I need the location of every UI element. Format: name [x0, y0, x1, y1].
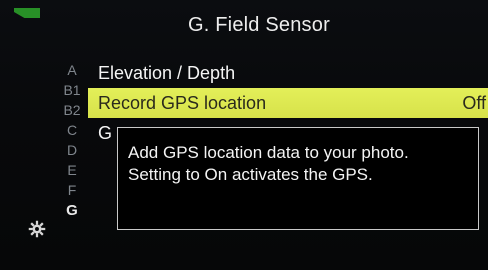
battery-icon — [14, 8, 40, 18]
menu-item-label: G — [98, 123, 113, 143]
menu-item-label: Elevation / Depth — [98, 63, 236, 83]
menu-item-value: Off — [462, 93, 486, 113]
tab-g[interactable]: G — [56, 202, 88, 222]
tab-c[interactable]: C — [56, 122, 88, 142]
menu-item-elevation-depth[interactable]: Elevation / Depth — [88, 58, 488, 88]
gear-icon[interactable] — [28, 220, 46, 238]
page-title: G. Field Sensor — [188, 14, 330, 36]
menu-tabs: A B1 B2 C D E F G — [56, 62, 88, 222]
camera-menu-screen: G. Field Sensor A B1 B2 C D E F G Elevat… — [0, 0, 488, 270]
menu-item-record-gps-location[interactable]: Record GPS location Off — [88, 88, 488, 118]
tab-b2[interactable]: B2 — [56, 102, 88, 122]
tab-a[interactable]: A — [56, 62, 88, 82]
tab-e[interactable]: E — [56, 162, 88, 182]
help-tooltip: Add GPS location data to your photo. Set… — [117, 127, 479, 230]
menu-item-label: Record GPS location — [98, 93, 267, 113]
help-text: Add GPS location data to your photo. Set… — [128, 143, 409, 184]
tab-b1[interactable]: B1 — [56, 82, 88, 102]
tab-f[interactable]: F — [56, 182, 88, 202]
tab-d[interactable]: D — [56, 142, 88, 162]
